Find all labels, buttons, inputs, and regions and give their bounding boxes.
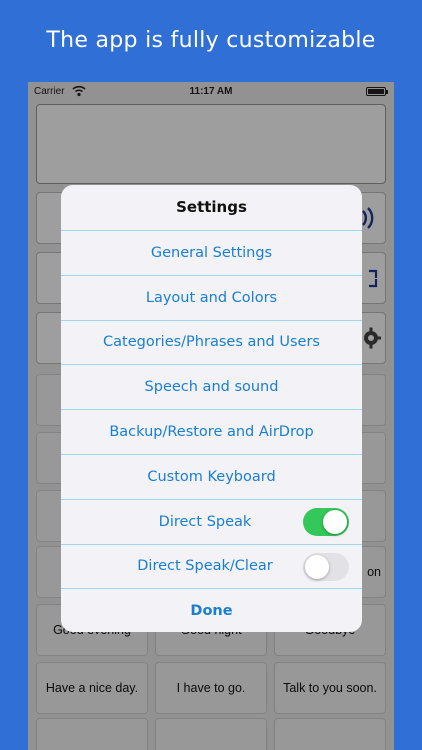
menu-item-backup-restore-airdrop[interactable]: Backup/Restore and AirDrop <box>61 409 362 454</box>
done-button[interactable]: Done <box>61 588 362 632</box>
direct-speak-clear-toggle[interactable] <box>303 552 349 581</box>
menu-item-custom-keyboard[interactable]: Custom Keyboard <box>61 453 362 499</box>
settings-dialog: Settings General Settings Layout and Col… <box>61 185 362 632</box>
toggle-knob <box>305 554 329 579</box>
dialog-title: Settings <box>176 198 247 216</box>
direct-speak-toggle[interactable] <box>303 507 349 536</box>
direct-speak-row: Direct Speak <box>61 498 362 544</box>
direct-speak-clear-row: Direct Speak/Clear <box>61 543 362 589</box>
menu-item-general-settings[interactable]: General Settings <box>61 230 362 275</box>
menu-item-categories-phrases-users[interactable]: Categories/Phrases and Users <box>61 319 362 365</box>
toggle-knob <box>323 509 347 534</box>
menu-item-layout-colors[interactable]: Layout and Colors <box>61 274 362 320</box>
menu-item-speech-sound[interactable]: Speech and sound <box>61 364 362 409</box>
promo-headline: The app is fully customizable <box>46 28 376 53</box>
